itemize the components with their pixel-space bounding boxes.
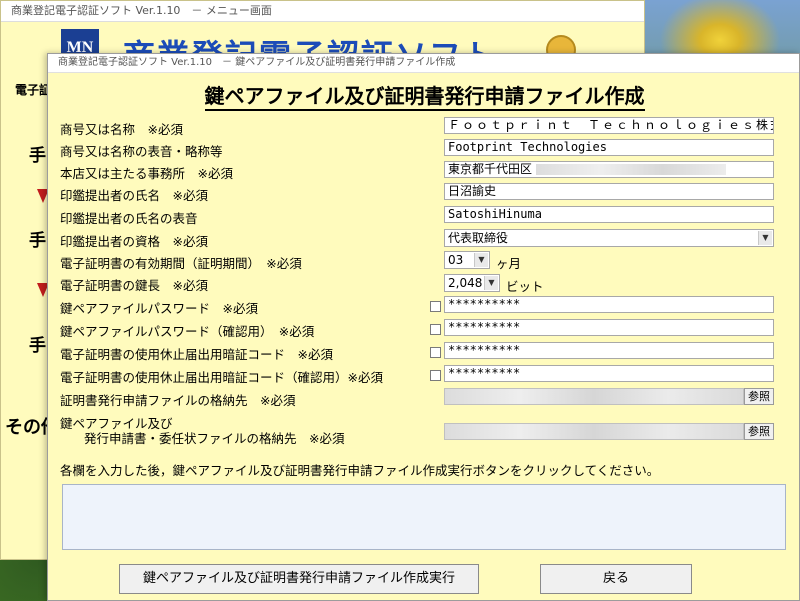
key-password-label: 鍵ペアファイルパスワード ※必須	[60, 301, 258, 316]
back-button[interactable]: 戻る	[540, 564, 692, 594]
chevron-down-icon[interactable]: ▼	[474, 253, 488, 267]
suspend-code-confirm-input[interactable]: **********	[444, 365, 774, 382]
redacted-text	[536, 164, 727, 175]
show-password-checkbox[interactable]	[430, 301, 441, 312]
office-label: 本店又は主たる事務所 ※必須	[60, 166, 233, 181]
show-password-confirm-checkbox[interactable]	[430, 324, 441, 335]
suspend-code-confirm-label: 電子証明書の使用休止届出用暗証コード（確認用）※必須	[60, 370, 383, 385]
seal-name-input[interactable]: 日沼諭史	[444, 183, 774, 200]
company-name-label: 商号又は名称 ※必須	[60, 122, 183, 137]
menu-subheading: 電子証	[15, 83, 52, 97]
office-input[interactable]: 東京都千代田区	[444, 161, 774, 178]
show-suspend-code-checkbox[interactable]	[430, 347, 441, 358]
suspend-code-label: 電子証明書の使用休止届出用暗証コード ※必須	[60, 347, 333, 362]
suspend-code-input[interactable]: **********	[444, 342, 774, 359]
menu-window-title: 商業登記電子認証ソフト Ver.1.10 － メニュー画面	[1, 1, 644, 22]
request-file-browse-button[interactable]: 参照	[744, 388, 774, 405]
seal-qualification-label: 印鑑提出者の資格 ※必須	[60, 234, 208, 249]
key-length-unit: ビット	[506, 279, 544, 294]
key-password-confirm-input[interactable]: **********	[444, 319, 774, 336]
execute-button[interactable]: 鍵ペアファイル及び証明書発行申請ファイル作成実行	[119, 564, 479, 594]
validity-select[interactable]: 03 ▼	[444, 251, 490, 269]
company-reading-input[interactable]: Footprint Technologies	[444, 139, 774, 156]
instruction-text: 各欄を入力した後，鍵ペアファイル及び証明書発行申請ファイル作成実行ボタンをクリッ…	[60, 463, 660, 478]
request-file-dir-input[interactable]	[444, 388, 744, 405]
dialog-heading: 鍵ペアファイル及び証明書発行申請ファイル作成	[48, 80, 800, 111]
show-suspend-code-confirm-checkbox[interactable]	[430, 370, 441, 381]
menu-step-3[interactable]: 手	[29, 331, 46, 356]
chevron-down-icon[interactable]: ▼	[484, 276, 498, 290]
seal-reading-label: 印鑑提出者の氏名の表音	[60, 211, 198, 226]
key-password-confirm-label: 鍵ペアファイルパスワード（確認用） ※必須	[60, 324, 315, 339]
menu-step-1[interactable]: 手	[29, 141, 46, 166]
key-password-input[interactable]: **********	[444, 296, 774, 313]
key-length-select[interactable]: 2,048 ▼	[444, 274, 500, 292]
seal-name-label: 印鑑提出者の氏名 ※必須	[60, 188, 208, 203]
validity-label: 電子証明書の有効期間（証明期間） ※必須	[60, 256, 302, 271]
seal-qualification-select[interactable]: 代表取締役 ▼	[444, 229, 774, 247]
chevron-down-icon[interactable]: ▼	[758, 231, 772, 245]
key-file-dir-label-2: 発行申請書・委任状ファイルの格納先 ※必須	[84, 431, 345, 446]
key-file-browse-button[interactable]: 参照	[744, 423, 774, 440]
key-file-dir-input[interactable]	[444, 423, 744, 440]
request-file-dir-label: 証明書発行申請ファイルの格納先 ※必須	[60, 393, 296, 408]
menu-step-2[interactable]: 手	[29, 226, 46, 251]
validity-unit: ヶ月	[496, 256, 522, 271]
message-area	[62, 484, 786, 550]
company-name-input[interactable]: Ｆｏｏｔｐｒｉｎｔ Ｔｅｃｈｎｏｌｏｇｉｅｓ株式	[444, 117, 774, 134]
company-reading-label: 商号又は名称の表音・略称等	[60, 144, 223, 159]
key-length-label: 電子証明書の鍵長 ※必須	[60, 278, 208, 293]
seal-reading-input[interactable]: SatoshiHinuma	[444, 206, 774, 223]
create-keypair-dialog: 商業登記電子認証ソフト Ver.1.10 － 鍵ペアファイル及び証明書発行申請フ…	[47, 53, 800, 601]
dialog-title: 商業登記電子認証ソフト Ver.1.10 － 鍵ペアファイル及び証明書発行申請フ…	[48, 54, 799, 73]
